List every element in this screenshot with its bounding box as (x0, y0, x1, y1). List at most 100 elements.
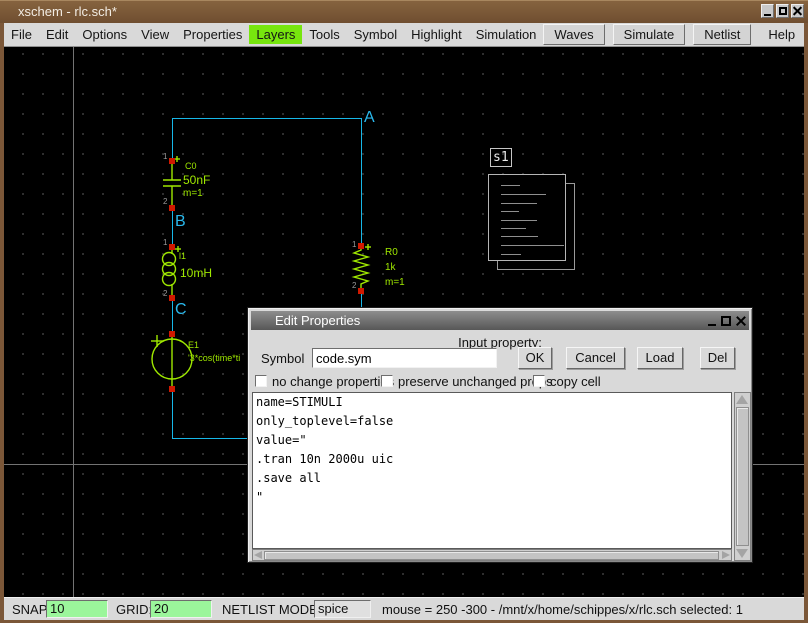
code-line (501, 220, 537, 221)
netlist-mode-label: NETLIST MODE: (222, 602, 321, 617)
node-label-b[interactable]: B (175, 213, 186, 231)
pin-c0-2[interactable] (169, 205, 175, 211)
simulate-button[interactable]: Simulate (613, 24, 686, 45)
scroll-left-arrow-icon[interactable] (254, 551, 262, 559)
grid-label: GRID: (116, 602, 152, 617)
code-line (501, 194, 546, 195)
close-icon (793, 7, 802, 16)
menu-item-layers[interactable]: Layers (249, 25, 302, 44)
inductor-pin1-number: 1 (163, 238, 167, 247)
pin-r0-2[interactable] (358, 288, 364, 294)
statusbar: SNAP: 10 GRID: 20 NETLIST MODE: spice mo… (4, 597, 804, 620)
resistor-pin2-number: 2 (352, 281, 356, 290)
symbol-input[interactable] (312, 348, 497, 368)
minimize-button[interactable] (761, 4, 774, 18)
minimize-icon (764, 14, 771, 16)
dialog-maximize-button[interactable] (721, 316, 731, 326)
ok-button[interactable]: OK (518, 347, 552, 369)
scroll-right-arrow-icon[interactable] (722, 551, 730, 559)
snap-input[interactable]: 10 (46, 600, 108, 618)
menu-item-help[interactable]: Help (759, 25, 804, 44)
code-line (501, 211, 519, 212)
node-label-a[interactable]: A (364, 109, 375, 127)
close-button[interactable] (791, 4, 804, 18)
menu-item-highlight[interactable]: Highlight (404, 25, 469, 44)
code-line (501, 245, 564, 246)
pin-e1-1[interactable] (169, 331, 175, 337)
resistor-value: 1k (385, 262, 396, 273)
maximize-icon (779, 7, 787, 15)
menu-item-simulation[interactable]: Simulation (469, 25, 544, 44)
netlist-mode-input[interactable]: spice (314, 600, 371, 618)
menu-item-view[interactable]: View (134, 25, 176, 44)
preserve-unchanged-props-label: preserve unchanged props (398, 374, 553, 389)
pin-r0-1[interactable] (358, 243, 364, 249)
grid-input[interactable]: 20 (150, 600, 212, 618)
copy-cell-label: copy cell (550, 374, 601, 389)
del-button[interactable]: Del (700, 347, 735, 369)
vsource-name: E1 (188, 340, 199, 350)
maximize-button[interactable] (776, 4, 789, 18)
properties-textarea[interactable]: name=STIMULI only_toplevel=false value="… (252, 392, 732, 549)
menu-item-symbol[interactable]: Symbol (347, 25, 404, 44)
scroll-up-arrow-icon[interactable] (736, 395, 748, 404)
wire-src-down[interactable] (172, 389, 173, 438)
dialog-titlebar[interactable]: Edit Properties (251, 311, 749, 330)
dialog-maximize-icon (721, 316, 731, 326)
code-symbol[interactable] (488, 174, 566, 261)
dialog-close-button[interactable] (736, 316, 746, 326)
menu-item-tools[interactable]: Tools (302, 25, 346, 44)
pin-e1-2[interactable] (169, 386, 175, 392)
cancel-button[interactable]: Cancel (566, 347, 625, 369)
symbol-label: Symbol (261, 351, 304, 366)
wire-top[interactable] (172, 118, 362, 119)
edit-properties-dialog: Edit Properties Input property: Symbol O… (247, 307, 753, 563)
no-change-properties-label: no change properties (272, 374, 394, 389)
capacitor-name: C0 (185, 161, 197, 171)
capacitor-mult: m=1 (183, 188, 203, 199)
inductor-pin2-number: 2 (163, 289, 167, 298)
resistor-mult: m=1 (385, 277, 405, 288)
code-line (501, 236, 538, 237)
vertical-scrollbar[interactable] (734, 392, 751, 561)
xschem-window: xschem - rlc.sch* File Edit Options View… (0, 0, 808, 623)
code-line (501, 228, 526, 229)
vertical-scrollbar-thumb[interactable] (736, 407, 749, 546)
netlist-button[interactable]: Netlist (693, 24, 751, 45)
origin-axis-vertical (73, 47, 74, 597)
pin-c0-1[interactable] (169, 158, 175, 164)
menu-item-properties[interactable]: Properties (176, 25, 249, 44)
copy-cell-checkbox[interactable] (533, 375, 545, 387)
dialog-minimize-icon (708, 324, 716, 326)
inductor-name: l1 (179, 251, 186, 261)
window-titlebar[interactable]: xschem - rlc.sch* (0, 1, 808, 23)
menubar: File Edit Options View Properties Layers… (4, 23, 804, 47)
code-symbol-name: s1 (490, 148, 512, 167)
pin-l1-1[interactable] (169, 244, 175, 250)
menu-item-edit[interactable]: Edit (39, 25, 75, 44)
capacitor-value: 50nF (183, 173, 210, 187)
load-button[interactable]: Load (637, 347, 683, 369)
inductor-value: 10mH (180, 266, 212, 280)
menu-item-file[interactable]: File (4, 25, 39, 44)
dialog-minimize-button[interactable] (708, 316, 716, 326)
preserve-unchanged-props-checkbox[interactable] (381, 375, 393, 387)
capacitor-pin2-number: 2 (163, 197, 167, 206)
waves-button[interactable]: Waves (543, 24, 604, 45)
resistor-name: R0 (385, 247, 398, 258)
node-label-c[interactable]: C (175, 301, 187, 319)
scroll-down-arrow-icon[interactable] (736, 549, 748, 558)
window-title: xschem - rlc.sch* (18, 4, 117, 19)
horizontal-scrollbar[interactable] (252, 549, 732, 561)
menu-item-options[interactable]: Options (75, 25, 134, 44)
mouse-status-text: mouse = 250 -300 - /mnt/x/home/schippes/… (382, 602, 743, 617)
resistor-pin1-number: 1 (352, 240, 356, 249)
window-controls (761, 4, 804, 18)
wire-bottom[interactable] (172, 438, 247, 439)
dialog-title: Edit Properties (275, 313, 360, 328)
horizontal-scrollbar-thumb[interactable] (264, 551, 719, 560)
vsource-value: '3*cos(time*ti (188, 353, 247, 363)
wire-right[interactable] (361, 118, 362, 246)
no-change-properties-checkbox[interactable] (255, 375, 267, 387)
code-line (501, 254, 521, 255)
